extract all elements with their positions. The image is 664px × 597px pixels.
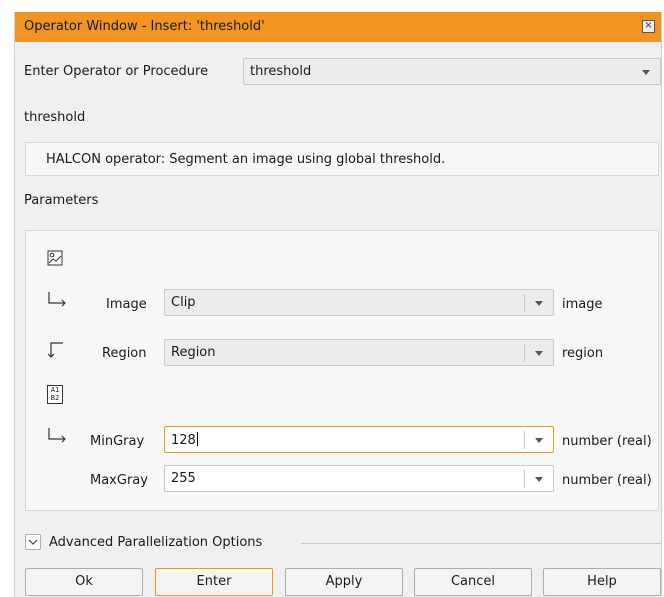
parameters-heading: Parameters — [24, 193, 99, 208]
param-name-maxgray: MaxGray — [90, 473, 148, 488]
image-value: Clip — [171, 295, 196, 310]
apply-button[interactable]: Apply — [285, 568, 403, 596]
title-bar[interactable]: Operator Window - Insert: 'threshold' × — [15, 12, 661, 42]
operator-combobox[interactable]: threshold — [243, 58, 661, 85]
chevron-down-icon[interactable] — [535, 477, 543, 482]
description-box: HALCON operator: Segment an image using … — [25, 142, 659, 176]
param-name-mingray: MinGray — [90, 434, 145, 449]
image-icon — [47, 250, 63, 266]
chevron-down-icon[interactable] — [535, 438, 543, 443]
description-text: HALCON operator: Segment an image using … — [46, 152, 446, 167]
param-type-maxgray: number (real) — [562, 473, 652, 488]
region-value: Region — [171, 345, 216, 360]
param-name-image: Image — [106, 297, 147, 312]
chevron-down-icon[interactable] — [535, 301, 543, 306]
control-values-icon: A1 B2 — [47, 385, 63, 404]
operator-label: Enter Operator or Procedure — [24, 64, 209, 79]
advanced-options-label: Advanced Parallelization Options — [49, 535, 263, 550]
enter-button[interactable]: Enter — [155, 568, 273, 596]
chevron-down-icon[interactable] — [535, 351, 543, 356]
param-type-region: region — [562, 346, 604, 361]
maxgray-value: 255 — [171, 471, 196, 486]
ok-button[interactable]: Ok — [25, 568, 143, 596]
expand-advanced-button[interactable] — [25, 534, 41, 550]
chevron-down-icon — [28, 539, 38, 545]
output-arrow-icon — [47, 342, 63, 358]
operator-value: threshold — [250, 64, 312, 79]
image-combobox[interactable]: Clip — [164, 289, 554, 316]
cancel-button[interactable]: Cancel — [414, 568, 532, 596]
text-cursor — [196, 432, 198, 446]
divider — [301, 543, 661, 544]
region-combobox[interactable]: Region — [164, 339, 554, 366]
mingray-value: 128 — [171, 433, 196, 448]
mingray-input[interactable]: 128 — [164, 426, 554, 453]
operator-name-heading: threshold — [24, 110, 86, 125]
input-arrow-icon — [48, 292, 66, 307]
param-type-mingray: number (real) — [562, 434, 652, 449]
maxgray-input[interactable]: 255 — [164, 465, 554, 492]
param-name-region: Region — [102, 346, 147, 361]
window-title: Operator Window - Insert: 'threshold' — [24, 19, 265, 34]
param-type-image: image — [562, 297, 603, 312]
help-button[interactable]: Help — [543, 568, 661, 596]
input-arrow-icon — [48, 428, 66, 443]
operator-window: Operator Window - Insert: 'threshold' × … — [14, 12, 662, 597]
chevron-down-icon[interactable] — [642, 70, 650, 75]
close-icon[interactable]: × — [642, 20, 655, 33]
parameters-panel: Image Clip image Region Region region A1… — [25, 230, 659, 511]
